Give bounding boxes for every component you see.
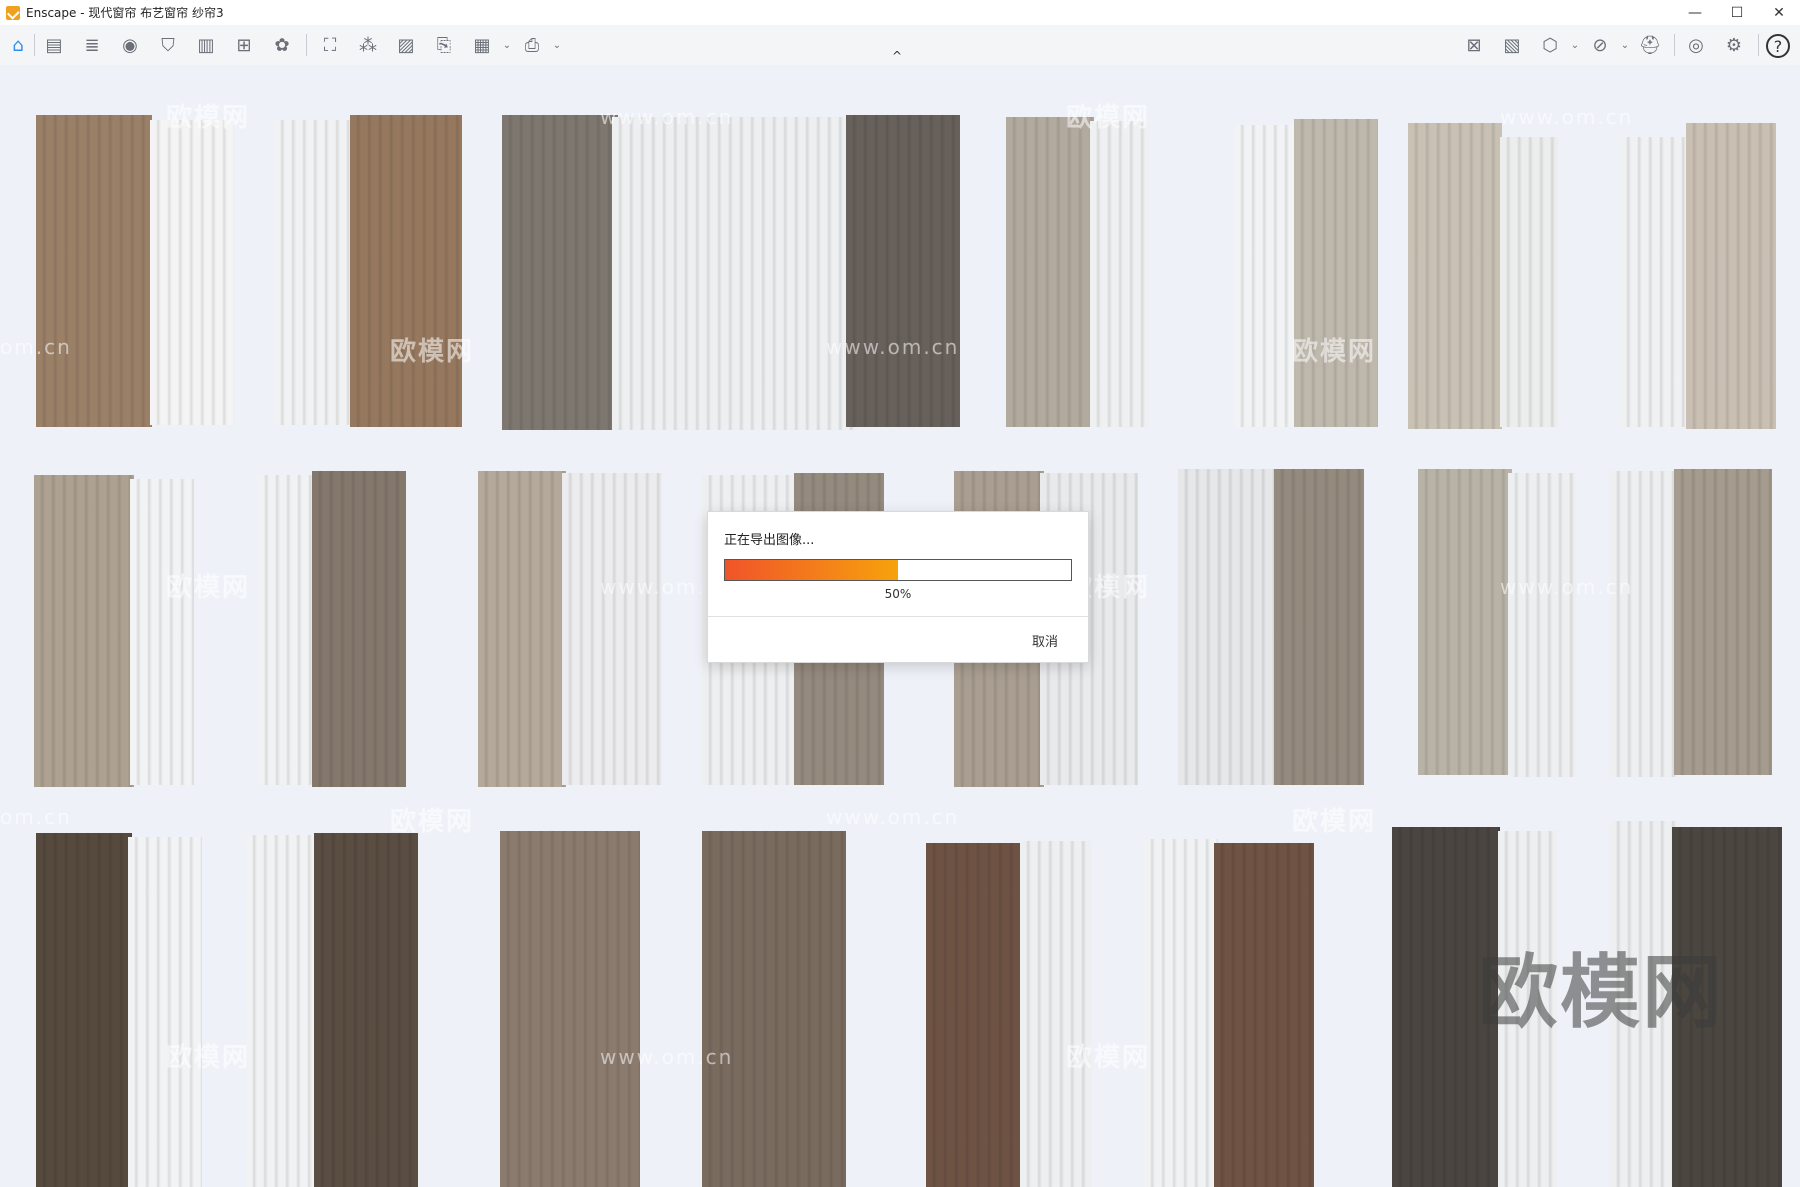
chevron-down-icon[interactable]: ⌄ bbox=[1568, 31, 1582, 59]
curtain-panel bbox=[1234, 125, 1298, 427]
add-screenshot-icon[interactable]: ⊞ bbox=[230, 31, 258, 59]
curtain-panel bbox=[702, 831, 846, 1187]
collapse-toolbar-button[interactable]: ^ bbox=[892, 49, 902, 63]
magic-wand-icon[interactable]: ⁂ bbox=[354, 31, 382, 59]
home-icon[interactable]: ⌂ bbox=[4, 31, 32, 59]
curtain-panel bbox=[34, 475, 134, 787]
curtain-panel bbox=[1674, 469, 1772, 775]
curtain-panel bbox=[1418, 469, 1512, 775]
dialog-divider bbox=[708, 616, 1088, 617]
curtain-panel bbox=[478, 471, 566, 787]
export-progress-dialog: 正在导出图像... 50% 取消 bbox=[708, 512, 1088, 662]
curtain-panel bbox=[314, 833, 418, 1187]
curtain-panel bbox=[1178, 469, 1278, 785]
shield-icon[interactable]: ⛉ bbox=[154, 31, 182, 59]
curtain-panel bbox=[246, 835, 316, 1187]
curtain-panel bbox=[274, 120, 356, 425]
curtain-panel bbox=[1408, 123, 1502, 429]
curtain-panel bbox=[500, 831, 640, 1187]
curtain-panel bbox=[562, 473, 662, 785]
watermark-url: om.cn bbox=[0, 335, 72, 359]
maximize-button[interactable]: ☐ bbox=[1716, 0, 1758, 25]
watermark-logo-large: 欧模网 bbox=[1478, 946, 1724, 1039]
video-editor-icon[interactable]: ▦ bbox=[468, 31, 496, 59]
curtain-panel bbox=[1294, 119, 1378, 427]
vr-headset-icon[interactable]: ⛑ bbox=[1636, 31, 1664, 59]
curtain-panel bbox=[612, 117, 858, 430]
curtain-panel bbox=[130, 479, 194, 785]
toolbar-divider bbox=[1758, 34, 1759, 56]
settings-icon[interactable]: ⚙ bbox=[1720, 31, 1748, 59]
project-icon[interactable]: ▤ bbox=[40, 31, 68, 59]
curtain-panel bbox=[846, 115, 960, 427]
watermark-brand: 欧模网 bbox=[1066, 1043, 1151, 1073]
image-icon[interactable]: ▨ bbox=[392, 31, 420, 59]
toolbar-divider bbox=[1674, 34, 1675, 56]
watermark-brand: 欧模网 bbox=[390, 337, 475, 367]
progress-bar-fill bbox=[725, 560, 898, 580]
watermark-url: om.cn bbox=[0, 805, 72, 829]
image-gallery-icon[interactable]: ▧ bbox=[1498, 31, 1526, 59]
curtain-panel bbox=[1090, 121, 1150, 427]
help-icon[interactable]: ? bbox=[1766, 34, 1790, 58]
curtain-panel bbox=[312, 471, 406, 787]
eye-icon[interactable]: ◎ bbox=[1682, 31, 1710, 59]
watermark-url: www.om.cn bbox=[826, 335, 960, 359]
asset-library-icon[interactable]: ✿ bbox=[268, 31, 296, 59]
curtain-panel bbox=[926, 843, 1028, 1187]
progress-percent: 50% bbox=[884, 587, 912, 601]
curtain-panel bbox=[150, 120, 234, 425]
watermark-brand: 欧模网 bbox=[390, 807, 475, 837]
watermark-url: www.om.cn bbox=[600, 1045, 734, 1069]
progress-bar bbox=[724, 559, 1072, 581]
curtain-panel bbox=[1020, 841, 1092, 1187]
cube-icon[interactable]: ⬡ bbox=[1536, 31, 1564, 59]
watermark-brand: 欧模网 bbox=[166, 1043, 251, 1073]
watermark-brand: 欧模网 bbox=[1292, 807, 1377, 837]
watermark-brand: 欧模网 bbox=[166, 103, 251, 133]
curtain-panel bbox=[258, 475, 316, 785]
window-title: Enscape - 现代窗帘 布艺窗帘 纱帘3 bbox=[26, 6, 224, 20]
curtain-panel bbox=[1144, 839, 1218, 1187]
curtain-panel bbox=[1508, 473, 1576, 777]
close-button[interactable]: ✕ bbox=[1758, 0, 1800, 25]
curtain-panel bbox=[1006, 117, 1094, 427]
bim-icon[interactable]: ≣ bbox=[78, 31, 106, 59]
curtain-panel bbox=[36, 115, 152, 427]
material-icon[interactable]: ⊘ bbox=[1586, 31, 1614, 59]
watermark-brand: 欧模网 bbox=[1292, 337, 1377, 367]
map-icon[interactable]: ⊠ bbox=[1460, 31, 1488, 59]
dialog-title: 正在导出图像... bbox=[724, 533, 815, 548]
cancel-button[interactable]: 取消 bbox=[1032, 631, 1058, 650]
export-icon[interactable]: ⎙ bbox=[518, 31, 546, 59]
watermark-url: www.om.cn bbox=[826, 805, 960, 829]
chevron-down-icon[interactable]: ⌄ bbox=[1618, 31, 1632, 59]
view-icon[interactable]: ◉ bbox=[116, 31, 144, 59]
watermark-brand: 欧模网 bbox=[1066, 103, 1151, 133]
minimize-button[interactable]: — bbox=[1674, 0, 1716, 25]
capture-icon[interactable]: ⛶ bbox=[316, 31, 344, 59]
book-icon[interactable]: ▥ bbox=[192, 31, 220, 59]
curtain-panel bbox=[1274, 469, 1364, 785]
curtain-panel bbox=[1686, 123, 1776, 429]
curtain-panel bbox=[1214, 843, 1314, 1187]
watermark-url: www.om.cn bbox=[1500, 105, 1634, 129]
curtain-panel bbox=[36, 833, 132, 1187]
curtain-panel bbox=[1610, 471, 1678, 777]
export-file-icon[interactable]: ⎘ bbox=[430, 31, 458, 59]
curtain-panel bbox=[502, 115, 618, 430]
title-bar: Enscape - 现代窗帘 布艺窗帘 纱帘3 — ☐ ✕ bbox=[0, 0, 1800, 25]
chevron-down-icon[interactable]: ⌄ bbox=[500, 31, 514, 59]
toolbar-divider bbox=[34, 34, 35, 56]
watermark-brand: 欧模网 bbox=[166, 573, 251, 603]
enscape-logo-icon bbox=[6, 5, 20, 20]
curtain-panel bbox=[1500, 137, 1558, 427]
watermark-url: www.om.cn bbox=[1500, 575, 1634, 599]
chevron-down-icon[interactable]: ⌄ bbox=[550, 31, 564, 59]
watermark-url: www.om.cn bbox=[600, 105, 734, 129]
curtain-panel bbox=[350, 115, 462, 427]
curtain-panel bbox=[128, 837, 202, 1187]
toolbar-divider bbox=[306, 34, 307, 56]
curtain-panel bbox=[1620, 137, 1688, 427]
